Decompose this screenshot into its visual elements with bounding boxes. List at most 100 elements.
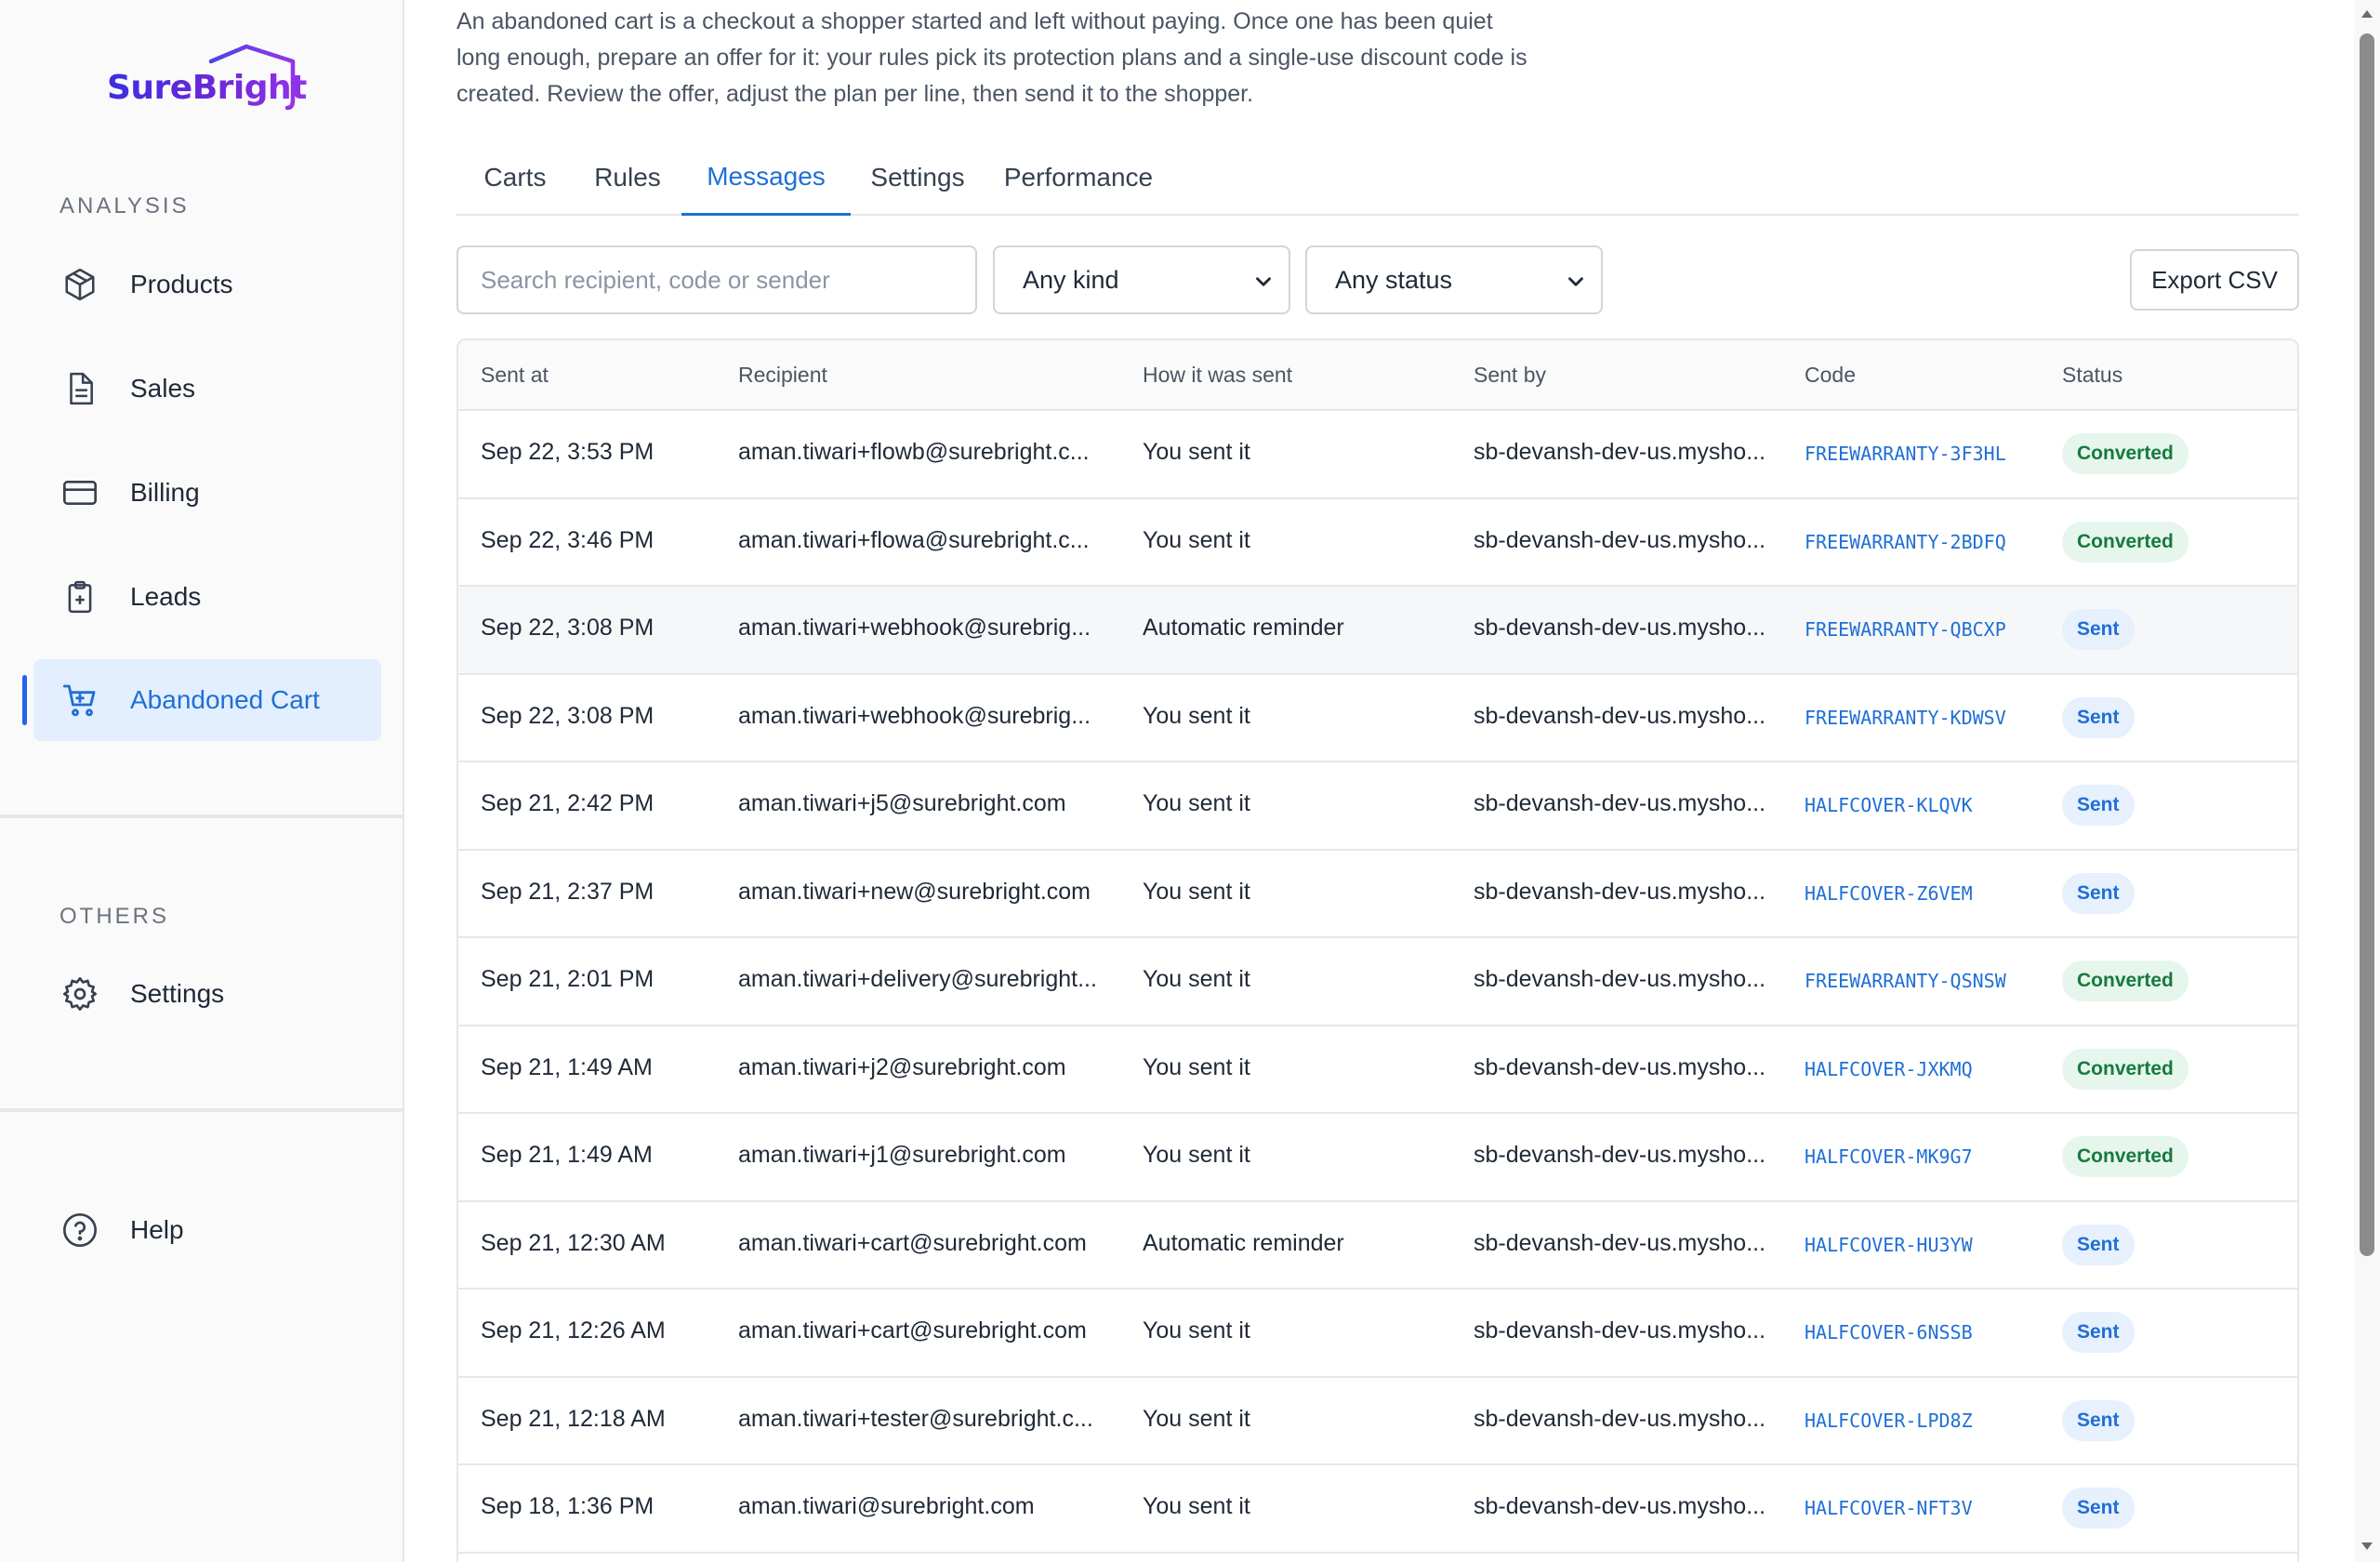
cell-sent-by: sb-devansh-dev-us.mysho... (1474, 966, 1766, 992)
cell-code[interactable]: HALFCOVER-MK9G7 (1805, 1145, 1973, 1168)
sidebar-item-label: Leads (130, 582, 202, 611)
sidebar-item-abandoned-cart[interactable]: Abandoned Cart (33, 659, 381, 741)
tab-rules[interactable]: Rules (574, 139, 681, 216)
cell-sent-by: sb-devansh-dev-us.mysho... (1474, 1053, 1766, 1080)
table-row[interactable]: Sep 21, 2:42 PM aman.tiwari+j5@surebright… (458, 762, 2297, 851)
cell-code[interactable]: HALFCOVER-NFT3V (1805, 1497, 1973, 1519)
cell-sent-at: Sep 22, 3:46 PM (481, 526, 654, 553)
table-row[interactable]: Sep 21, 12:30 AM aman.tiwari+cart@surebri… (458, 1202, 2297, 1290)
cell-code[interactable]: FREEWARRANTY-2BDFQ (1805, 531, 2006, 553)
intro-description: An abandoned cart is a checkout a shoppe… (456, 8, 1527, 107)
table-row[interactable]: Sep 21, 1:49 AM aman.tiwari+j2@surebright… (458, 1026, 2297, 1114)
cart-icon (60, 681, 99, 720)
cell-code[interactable]: FREEWARRANTY-KDWSV (1805, 707, 2006, 729)
cell-sent-by: sb-devansh-dev-us.mysho... (1474, 615, 1766, 641)
status-select[interactable]: Any status (1305, 245, 1603, 314)
kind-select[interactable]: Any kind (993, 245, 1290, 314)
cell-code[interactable]: HALFCOVER-Z6VEM (1805, 882, 1973, 905)
analysis-section-label: ANALYSIS (60, 193, 190, 218)
tab-performance[interactable]: Performance (985, 139, 1172, 216)
table-row[interactable]: Sep 22, 3:08 PM aman.tiwari+webhook@sureb… (458, 675, 2297, 762)
column-header-how-sent[interactable]: How it was sent (1143, 363, 1292, 388)
cell-sent-by: sb-devansh-dev-us.mysho... (1474, 1493, 1766, 1519)
status-select-value: Any status (1335, 265, 1453, 294)
cell-how-sent: You sent it (1143, 702, 1250, 729)
sidebar-item-help[interactable]: Help (33, 1189, 381, 1271)
column-header-code[interactable]: Code (1805, 363, 1856, 388)
table-row[interactable]: Sep 22, 3:46 PM aman.tiwari+flowa@surebri… (458, 499, 2297, 587)
cell-sent-at: Sep 21, 1:49 AM (481, 1053, 653, 1080)
table-row[interactable]: Sep 21, 12:18 AM aman.tiwari+tester@sureb… (458, 1378, 2297, 1465)
status-badge: Converted (2062, 1136, 2188, 1177)
cell-sent-by: sb-devansh-dev-us.mysho... (1474, 702, 1766, 729)
kind-select-value: Any kind (1023, 265, 1119, 294)
cell-sent-at: Sep 21, 12:30 AM (481, 1229, 666, 1256)
surebright-logo[interactable]: SureBright (107, 41, 307, 117)
cell-how-sent: You sent it (1143, 790, 1250, 816)
table-row[interactable]: Sep 21, 12:26 AM aman.tiwari+cart@surebri… (458, 1290, 2297, 1378)
export-csv-button[interactable]: Export CSV (2130, 249, 2299, 311)
cell-sent-by: sb-devansh-dev-us.mysho... (1474, 526, 1766, 553)
sidebar-item-leads[interactable]: Leads (33, 556, 381, 638)
cell-sent-by: sb-devansh-dev-us.mysho... (1474, 1229, 1766, 1256)
cell-recipient: aman.tiwari+webhook@surebrig... (738, 615, 1091, 641)
table-body: Sep 22, 3:53 PM aman.tiwari+flowb@surebri… (458, 411, 2297, 1554)
box-icon (60, 265, 99, 304)
page-scrollbar[interactable] (2354, 0, 2380, 1562)
cell-recipient: aman.tiwari+j5@surebright.com (738, 790, 1066, 816)
scroll-down-icon[interactable] (2360, 1540, 2374, 1553)
cell-how-sent: You sent it (1143, 439, 1250, 465)
messages-table: Sent at Recipient How it was sent Sent b… (456, 338, 2299, 1562)
cell-code[interactable]: HALFCOVER-KLQVK (1805, 794, 1973, 816)
cell-recipient: aman.tiwari+tester@surebright.c... (738, 1405, 1093, 1432)
cell-sent-by: sb-devansh-dev-us.mysho... (1474, 790, 1766, 816)
cell-sent-at: Sep 21, 2:37 PM (481, 878, 654, 905)
status-badge: Converted (2062, 960, 2188, 1001)
table-row[interactable]: Sep 21, 1:49 AM aman.tiwari+j1@surebright… (458, 1114, 2297, 1202)
cell-recipient: aman.tiwari+webhook@surebrig... (738, 702, 1091, 729)
cell-code[interactable]: FREEWARRANTY-3F3HL (1805, 443, 2006, 465)
status-badge: Sent (2062, 1312, 2135, 1353)
clipboard-plus-icon (60, 577, 99, 616)
cell-how-sent: Automatic reminder (1143, 1229, 1344, 1256)
cell-recipient: aman.tiwari+delivery@surebright... (738, 966, 1097, 992)
table-row[interactable]: Sep 21, 2:01 PM aman.tiwari+delivery@sure… (458, 938, 2297, 1026)
sidebar-item-billing[interactable]: Billing (33, 452, 381, 534)
chevron-down-icon (1568, 277, 1583, 286)
cell-code[interactable]: FREEWARRANTY-QSNSW (1805, 970, 2006, 992)
cell-sent-at: Sep 21, 12:26 AM (481, 1317, 666, 1344)
active-indicator (22, 675, 27, 725)
column-header-recipient[interactable]: Recipient (738, 363, 827, 388)
cell-sent-by: sb-devansh-dev-us.mysho... (1474, 439, 1766, 465)
cell-code[interactable]: HALFCOVER-JXKMQ (1805, 1058, 1973, 1080)
table-row[interactable]: Sep 21, 2:37 PM aman.tiwari+new@surebrigh… (458, 851, 2297, 938)
sidebar-item-settings[interactable]: Settings (33, 953, 381, 1035)
column-header-sent-by[interactable]: Sent by (1474, 363, 1546, 388)
status-badge: Converted (2062, 1048, 2188, 1090)
cell-how-sent: You sent it (1143, 1317, 1250, 1344)
table-row[interactable]: Sep 18, 1:36 PM aman.tiwari@surebright.co… (458, 1465, 2297, 1554)
cell-how-sent: You sent it (1143, 1053, 1250, 1080)
cell-recipient: aman.tiwari+flowb@surebright.c... (738, 439, 1090, 465)
cell-recipient: aman.tiwari+flowa@surebright.c... (738, 526, 1090, 553)
table-row[interactable]: Sep 22, 3:53 PM aman.tiwari+flowb@surebri… (458, 411, 2297, 499)
sidebar-item-sales[interactable]: Sales (33, 348, 381, 430)
scroll-up-icon[interactable] (2360, 7, 2374, 20)
cell-code[interactable]: FREEWARRANTY-QBCXP (1805, 618, 2006, 641)
column-header-status[interactable]: Status (2062, 363, 2122, 388)
column-header-sent-at[interactable]: Sent at (481, 363, 549, 388)
cell-code[interactable]: HALFCOVER-6NSSB (1805, 1321, 1973, 1344)
status-badge: Sent (2062, 872, 2135, 914)
cell-sent-at: Sep 22, 3:53 PM (481, 439, 654, 465)
search-input[interactable] (456, 245, 977, 314)
scroll-thumb[interactable] (2360, 33, 2374, 1256)
cell-code[interactable]: HALFCOVER-HU3YW (1805, 1234, 1973, 1256)
cell-how-sent: You sent it (1143, 1493, 1250, 1519)
cell-code[interactable]: HALFCOVER-LPD8Z (1805, 1410, 1973, 1432)
tab-carts[interactable]: Carts (456, 139, 574, 216)
status-badge: Sent (2062, 609, 2135, 650)
tab-messages[interactable]: Messages (681, 139, 851, 216)
table-row[interactable]: Sep 22, 3:08 PM aman.tiwari+webhook@sureb… (458, 587, 2297, 675)
tab-settings[interactable]: Settings (851, 139, 985, 216)
sidebar-item-products[interactable]: Products (33, 244, 381, 325)
